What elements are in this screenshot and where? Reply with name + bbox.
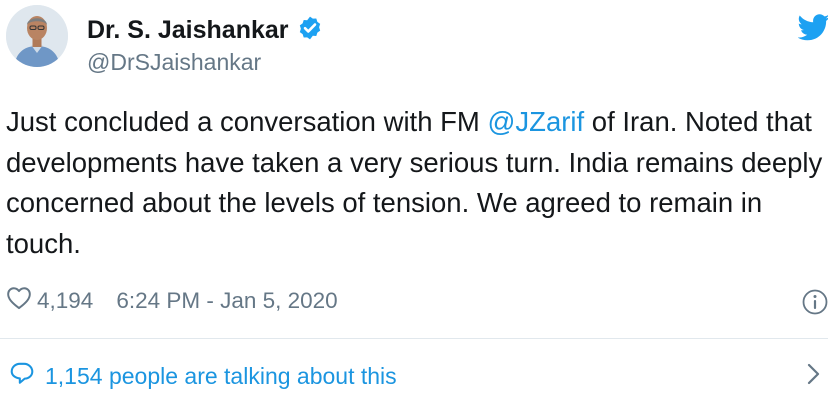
user-handle[interactable]: @DrSJaishankar xyxy=(87,49,261,76)
tweet-meta: 4,194 6:24 PM - Jan 5, 2020 xyxy=(6,285,338,317)
user-name[interactable]: Dr. S. Jaishankar xyxy=(87,14,323,46)
timestamp-link[interactable]: 6:24 PM - Jan 5, 2020 xyxy=(116,288,337,314)
profile-photo xyxy=(6,5,68,67)
verified-badge-icon xyxy=(297,15,323,46)
twitter-bird-icon[interactable] xyxy=(797,14,828,41)
heart-outline-icon xyxy=(6,286,32,316)
display-name: Dr. S. Jaishankar xyxy=(87,15,289,44)
mention-link[interactable]: @JZarif xyxy=(487,106,584,137)
avatar[interactable] xyxy=(6,5,68,67)
conversation-link[interactable]: 1,154 people are talking about this xyxy=(0,339,828,400)
info-icon[interactable] xyxy=(801,288,828,316)
like-count: 4,194 xyxy=(37,288,94,313)
talking-count-label: 1,154 people are talking about this xyxy=(45,362,397,389)
tweet-text: Just concluded a conversation with FM @J… xyxy=(6,102,826,264)
like-button[interactable]: 4,194 xyxy=(6,286,93,316)
tweet-text-start: Just concluded a conversation with FM xyxy=(6,106,488,137)
speech-bubble-icon xyxy=(9,360,35,392)
chevron-right-icon xyxy=(806,361,822,387)
